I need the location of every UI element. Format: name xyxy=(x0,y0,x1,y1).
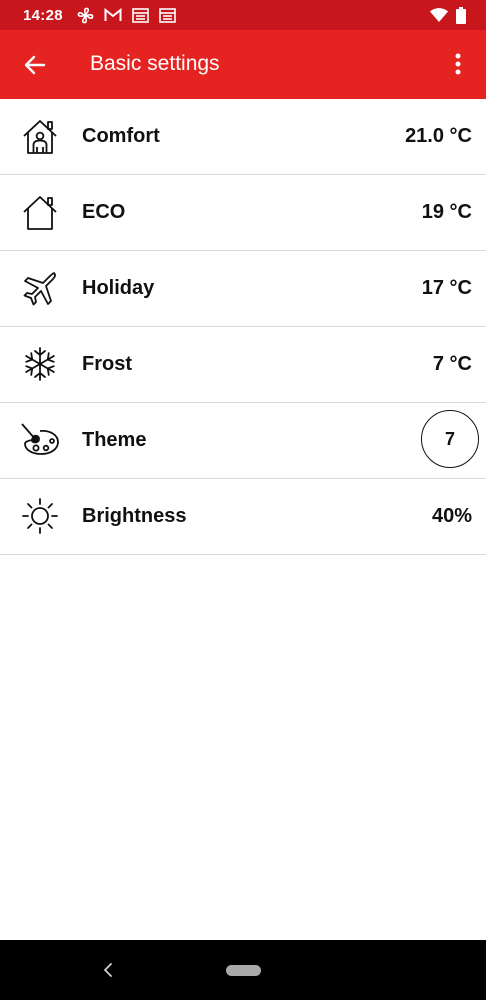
setting-value: 21.0 °C xyxy=(405,125,472,147)
status-time: 14:28 xyxy=(23,6,63,24)
gmail-icon xyxy=(104,8,122,22)
setting-label: Frost xyxy=(82,353,132,375)
setting-row-eco[interactable]: ECO 19 °C xyxy=(0,175,486,251)
setting-value: 17 °C xyxy=(421,277,472,299)
theme-number-badge: 7 xyxy=(421,410,479,468)
settings-list: Comfort 21.0 °C ECO 19 °C Holiday 17 °C xyxy=(0,99,486,555)
arrow-left-icon xyxy=(24,55,46,75)
airplane-icon xyxy=(20,268,60,308)
setting-row-comfort[interactable]: Comfort 21.0 °C xyxy=(0,99,486,175)
news-icon xyxy=(159,7,176,23)
status-bar: 14:28 xyxy=(0,0,486,30)
setting-value: 7 °C xyxy=(432,353,472,375)
system-nav-bar xyxy=(0,940,486,1000)
palette-icon xyxy=(20,420,60,460)
setting-row-brightness[interactable]: Brightness 40% xyxy=(0,479,486,555)
more-vertical-icon xyxy=(455,53,461,75)
setting-label: Theme xyxy=(82,429,147,451)
sun-icon xyxy=(20,496,60,536)
setting-label: ECO xyxy=(82,201,126,223)
page-title: Basic settings xyxy=(90,52,220,75)
nav-back-button[interactable] xyxy=(100,961,116,979)
snowflake-icon xyxy=(20,344,60,384)
chevron-left-icon xyxy=(104,963,112,977)
setting-row-holiday[interactable]: Holiday 17 °C xyxy=(0,251,486,327)
setting-label: Holiday xyxy=(82,277,155,299)
setting-value: 40% xyxy=(431,505,472,527)
home-pill-icon[interactable] xyxy=(226,965,261,976)
setting-label: Comfort xyxy=(82,125,160,147)
setting-row-frost[interactable]: Frost 7 °C xyxy=(0,327,486,403)
app-bar: Basic settings xyxy=(0,30,486,99)
status-left: 14:28 xyxy=(23,7,176,24)
status-right xyxy=(430,6,466,24)
setting-value: 19 °C xyxy=(421,201,472,223)
news-icon xyxy=(132,7,149,23)
battery-icon xyxy=(456,6,466,24)
setting-label: Brightness xyxy=(82,505,187,527)
house-person-icon xyxy=(20,116,60,156)
house-icon xyxy=(20,192,60,232)
back-button[interactable] xyxy=(22,52,48,78)
fan-icon xyxy=(77,7,94,24)
setting-row-theme[interactable]: Theme 7 xyxy=(0,403,486,479)
wifi-icon xyxy=(430,8,448,22)
overflow-menu-button[interactable] xyxy=(448,50,468,78)
